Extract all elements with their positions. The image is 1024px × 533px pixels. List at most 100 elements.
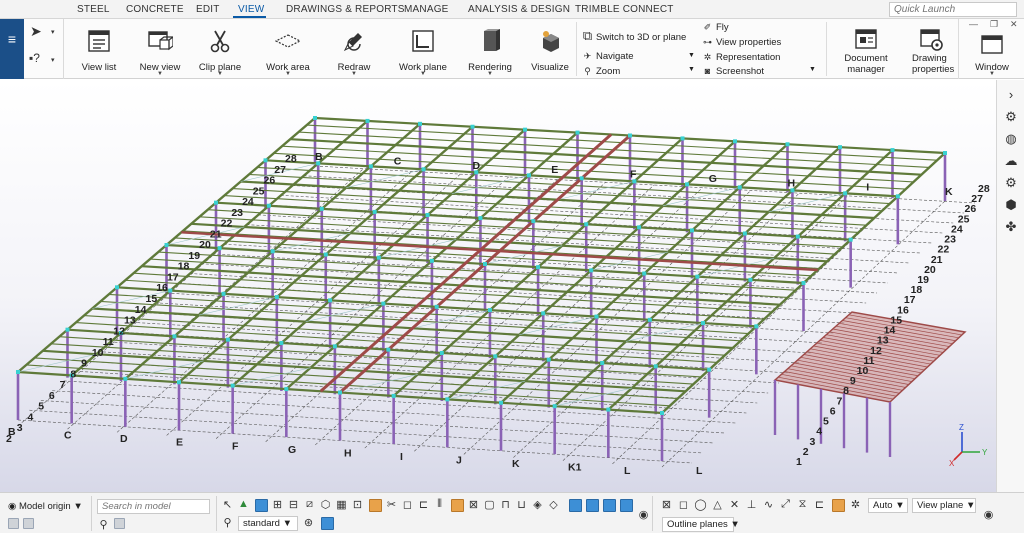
snap-midpoint-icon[interactable]: △	[711, 498, 724, 511]
snap-nearest-icon[interactable]: ⤢	[779, 498, 792, 511]
menu-drawings-reports[interactable]: DRAWINGS & REPORTS	[286, 4, 405, 15]
snap-free-icon[interactable]: ⧖	[796, 498, 809, 511]
snap-geometry-icon[interactable]: ◻	[677, 498, 690, 511]
switch-3d-button[interactable]: ⧉ Switch to 3D or plane	[582, 28, 686, 44]
filter-icon[interactable]: ⚲	[221, 516, 234, 529]
select-tools: ➤ ▾ ▪? ▾	[24, 19, 64, 79]
cloud-icon[interactable]: ☁	[1002, 152, 1020, 170]
select-points-icon[interactable]: ⊡	[351, 498, 364, 511]
select-views-icon[interactable]: ◻	[401, 498, 414, 511]
view-properties-button[interactable]: ⊶ View properties	[702, 37, 781, 48]
work-plane-button[interactable]: Work plane ▼	[398, 19, 448, 79]
settings-gears-icon[interactable]: ⚙	[1002, 108, 1020, 126]
menu-analysis-design[interactable]: ANALYSIS & DESIGN	[468, 4, 570, 15]
snap-reference-icon[interactable]: ⊠	[660, 498, 673, 511]
snap-perpendicular-icon[interactable]: ⊥	[745, 498, 758, 511]
connection-marker	[647, 317, 652, 322]
select-toggle-a-icon[interactable]	[569, 499, 582, 512]
select-gridlines-icon[interactable]: ▦	[335, 498, 348, 511]
steel-structure-model[interactable]: B C D E F G H I J K K1 L LB C D E F G H I K23456789101112131…	[0, 80, 996, 492]
select-toggle-b-icon[interactable]	[586, 499, 599, 512]
snap-smart-icon[interactable]: ✲	[849, 498, 862, 511]
view-plane-dropdown[interactable]: View plane ▼	[912, 498, 976, 513]
drawing-properties-label: properties	[912, 64, 955, 75]
select-bolts-icon[interactable]: ⊟	[287, 498, 300, 511]
select-reference-icon[interactable]: ⊏	[417, 498, 430, 511]
new-view-button[interactable]: New view ▼	[136, 19, 184, 79]
connection-marker	[642, 271, 647, 276]
chevron-down-icon[interactable]: ▾	[51, 28, 55, 36]
cube-icon[interactable]: ⬢	[1002, 196, 1020, 214]
select-planes-icon[interactable]: ✂	[385, 498, 398, 511]
main-menu-button[interactable]: ≡	[0, 19, 24, 79]
select-components-icon[interactable]: ⊞	[271, 498, 284, 511]
eye-icon[interactable]: ◉	[637, 508, 650, 521]
components-icon[interactable]: ✤	[1002, 218, 1020, 236]
fly-button[interactable]: ✐ Fly	[702, 22, 729, 33]
select-toggle-c-icon[interactable]	[603, 499, 616, 512]
zoom-button[interactable]: ⚲ Zoom	[582, 66, 620, 77]
select-cuts-icon[interactable]	[369, 499, 382, 512]
outline-planes-dropdown[interactable]: Outline planes ▼	[662, 517, 740, 532]
redraw-button[interactable]: Redraw ▼	[330, 19, 378, 79]
filter-pick-icon[interactable]	[321, 517, 334, 530]
globe-icon[interactable]: ◍	[1002, 130, 1020, 148]
select-rebar-icon[interactable]	[451, 499, 464, 512]
search-model-input[interactable]	[97, 499, 210, 514]
search-icon[interactable]: ⚲	[97, 518, 110, 531]
snap-intersection-icon[interactable]: ✕	[728, 498, 741, 511]
eye-icon[interactable]: ◉	[982, 508, 995, 521]
select-details-icon[interactable]: ⫴	[433, 498, 446, 511]
select-construction-icon[interactable]: ⊔	[515, 498, 528, 511]
select-pours-icon[interactable]: ⊠	[467, 498, 480, 511]
screenshot-button[interactable]: ◙ Screenshot	[702, 66, 764, 77]
chevron-down-icon[interactable]: ▼	[688, 52, 695, 59]
selection-filter-dropdown[interactable]: standard ▼	[238, 516, 298, 531]
chevron-right-icon[interactable]: ›	[1002, 86, 1020, 104]
chevron-down-icon[interactable]: ▼	[688, 66, 695, 73]
snap-extension-icon[interactable]: ⊏	[813, 498, 826, 511]
select-toggle-d-icon[interactable]	[620, 499, 633, 512]
menu-trimble-connect[interactable]: TRIMBLE CONNECT	[575, 4, 674, 15]
snap-center-icon[interactable]: ◯	[694, 498, 707, 511]
search-options-icon[interactable]	[114, 518, 125, 529]
menu-manage[interactable]: MANAGE	[404, 4, 449, 15]
select-layers-icon[interactable]: ◈	[531, 498, 544, 511]
select-grids-icon[interactable]: ⬡	[319, 498, 332, 511]
select-surface-icon[interactable]: ▢	[483, 498, 496, 511]
drawing-properties-button[interactable]: Drawing properties	[906, 19, 956, 79]
menu-steel[interactable]: STEEL	[77, 4, 110, 15]
query-icon[interactable]: ▪?	[29, 51, 40, 65]
snap-ortho-icon[interactable]	[832, 499, 845, 512]
document-manager-button[interactable]: Document manager	[836, 19, 896, 79]
menu-edit[interactable]: EDIT	[196, 4, 220, 15]
rendering-button[interactable]: Rendering ▼	[466, 19, 514, 79]
select-assembly-icon[interactable]: ▲	[237, 498, 250, 510]
select-arrow-icon[interactable]: ➤	[30, 23, 42, 40]
delete-origin-icon[interactable]	[23, 518, 34, 529]
select-welds-icon[interactable]: ⧄	[303, 498, 316, 511]
gear-icon[interactable]: ⚙	[1002, 174, 1020, 192]
clip-plane-button[interactable]: Clip plane ▼	[196, 19, 244, 79]
menu-concrete[interactable]: CONCRETE	[126, 4, 184, 15]
visualize-button[interactable]: Visualize	[528, 19, 572, 79]
snap-mode-dropdown[interactable]: Auto ▼	[868, 498, 908, 513]
select-arrow-icon[interactable]: ↖	[221, 498, 234, 511]
window-button[interactable]: Window ▼	[967, 19, 1017, 79]
model-origin-selector[interactable]: ◉ Model origin ▼	[8, 501, 83, 512]
snap-line-icon[interactable]: ∿	[762, 498, 775, 511]
representation-button[interactable]: ✲ Representation	[702, 52, 781, 63]
menu-view[interactable]: VIEW	[238, 4, 264, 15]
add-origin-icon[interactable]	[8, 518, 19, 529]
select-loads-icon[interactable]: ⊓	[499, 498, 512, 511]
chevron-down-icon[interactable]: ▾	[51, 56, 55, 64]
select-objects-icon[interactable]: ◇	[547, 498, 560, 511]
quick-launch-input[interactable]	[889, 2, 1017, 17]
select-parts-icon[interactable]	[255, 499, 268, 512]
work-area-button[interactable]: Work area ▼	[264, 19, 312, 79]
model-viewport[interactable]: B C D E F G H I J K K1 L L B C D E F G H I K 2 3 4 5 6 7 8 9 10 11 12 13 1…	[0, 80, 996, 492]
navigate-button[interactable]: ✈ Navigate	[582, 51, 634, 62]
chevron-down-icon[interactable]: ▼	[809, 66, 816, 73]
filter-settings-icon[interactable]: ⊛	[302, 516, 315, 529]
view-list-button[interactable]: View list	[76, 19, 122, 79]
